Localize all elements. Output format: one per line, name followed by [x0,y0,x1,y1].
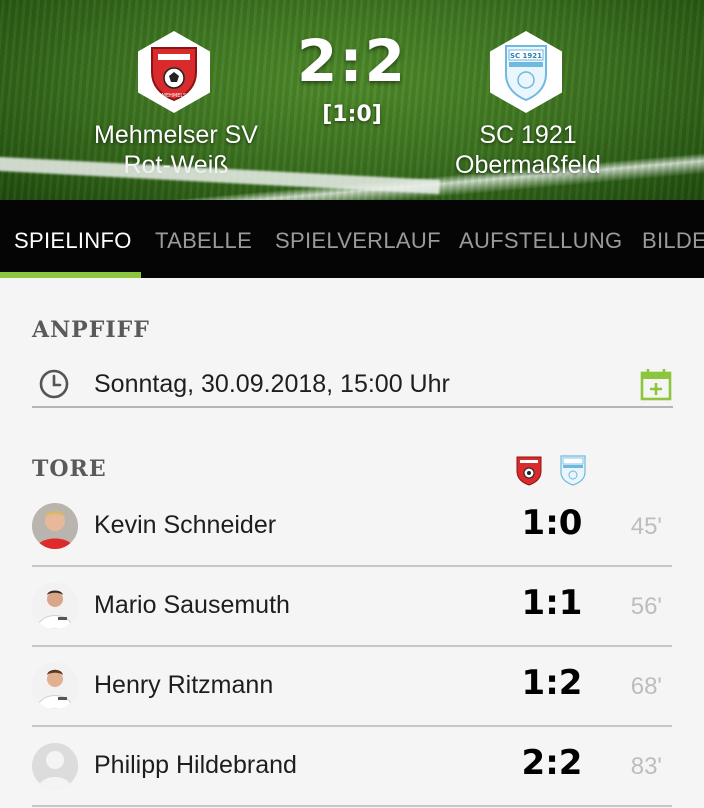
player-avatar [32,663,78,709]
tab-tabelle[interactable]: TABELLE [155,200,252,278]
away-mini-crest-icon [560,455,586,486]
away-team-name[interactable]: SC 1921 Obermaßfeld [408,120,648,180]
goal-scorer-name: Kevin Schneider [94,511,277,539]
row-divider [32,805,672,807]
goal-scorer-name: Henry Ritzmann [94,671,274,699]
tab-spielverlauf[interactable]: SPIELVERLAUF [275,200,441,278]
home-team-name-line2: Rot-Weiß [123,151,229,179]
goal-row[interactable]: Henry Ritzmann 1:2 68' [32,647,672,727]
goal-minute: 45' [630,513,662,540]
player-avatar-placeholder [32,743,78,789]
halftime-score: [1:0] [322,102,382,127]
goal-minute: 56' [630,593,662,620]
goal-minute: 68' [630,673,662,700]
final-score: 2:2 [297,27,407,95]
goal-row[interactable]: Kevin Schneider 1:0 45' [32,487,672,567]
home-team-crest[interactable]: MEHMELS [138,31,210,113]
kickoff-datetime: Sonntag, 30.09.2018, 15:00 Uhr [94,370,450,398]
goal-score: 1:2 [521,663,583,703]
active-tab-indicator [0,272,141,278]
player-avatar [32,583,78,629]
tab-aufstellung[interactable]: AUFSTELLUNG [459,200,622,278]
tab-spielinfo[interactable]: SPIELINFO [14,200,132,278]
goal-row[interactable]: Mario Sausemuth 1:1 56' [32,567,672,647]
kickoff-row: Sonntag, 30.09.2018, 15:00 Uhr [32,362,673,408]
player-avatar [32,503,78,549]
tab-bar: SPIELINFO TABELLE SPIELVERLAUF AUFSTELLU… [0,200,704,278]
tab-bilder[interactable]: BILDE [642,200,704,278]
away-team-name-line1: SC 1921 [479,121,577,149]
goal-scorer-name: Mario Sausemuth [94,591,290,619]
home-mini-crest-icon [516,456,542,486]
goal-score: 1:1 [521,583,583,623]
home-crest-icon: MEHMELS [151,47,197,102]
away-crest-icon: SC 1921 [505,45,547,102]
goal-row[interactable]: Philipp Hildebrand 2:2 83' [32,727,672,807]
away-team-name-line2: Obermaßfeld [455,151,601,179]
home-team-name-line1: Mehmelser SV [94,121,258,149]
svg-text:MEHMELS: MEHMELS [162,93,187,99]
svg-text:SC 1921: SC 1921 [510,52,542,60]
clock-icon [39,369,69,399]
goal-scorer-name: Philipp Hildebrand [94,751,297,779]
goals-section-title: TORE [32,456,107,482]
goal-minute: 83' [630,753,662,780]
goal-score: 1:0 [521,503,583,543]
away-team-crest[interactable]: SC 1921 [490,31,562,113]
home-team-name[interactable]: Mehmelser SV Rot-Weiß [56,120,296,180]
match-header: MEHMELS SC 1921 Mehmelser SV Rot-Weiß SC… [0,0,704,200]
kickoff-section-title: ANPFIFF [32,317,150,343]
goal-score: 2:2 [521,743,583,783]
calendar-add-icon[interactable] [639,367,673,401]
